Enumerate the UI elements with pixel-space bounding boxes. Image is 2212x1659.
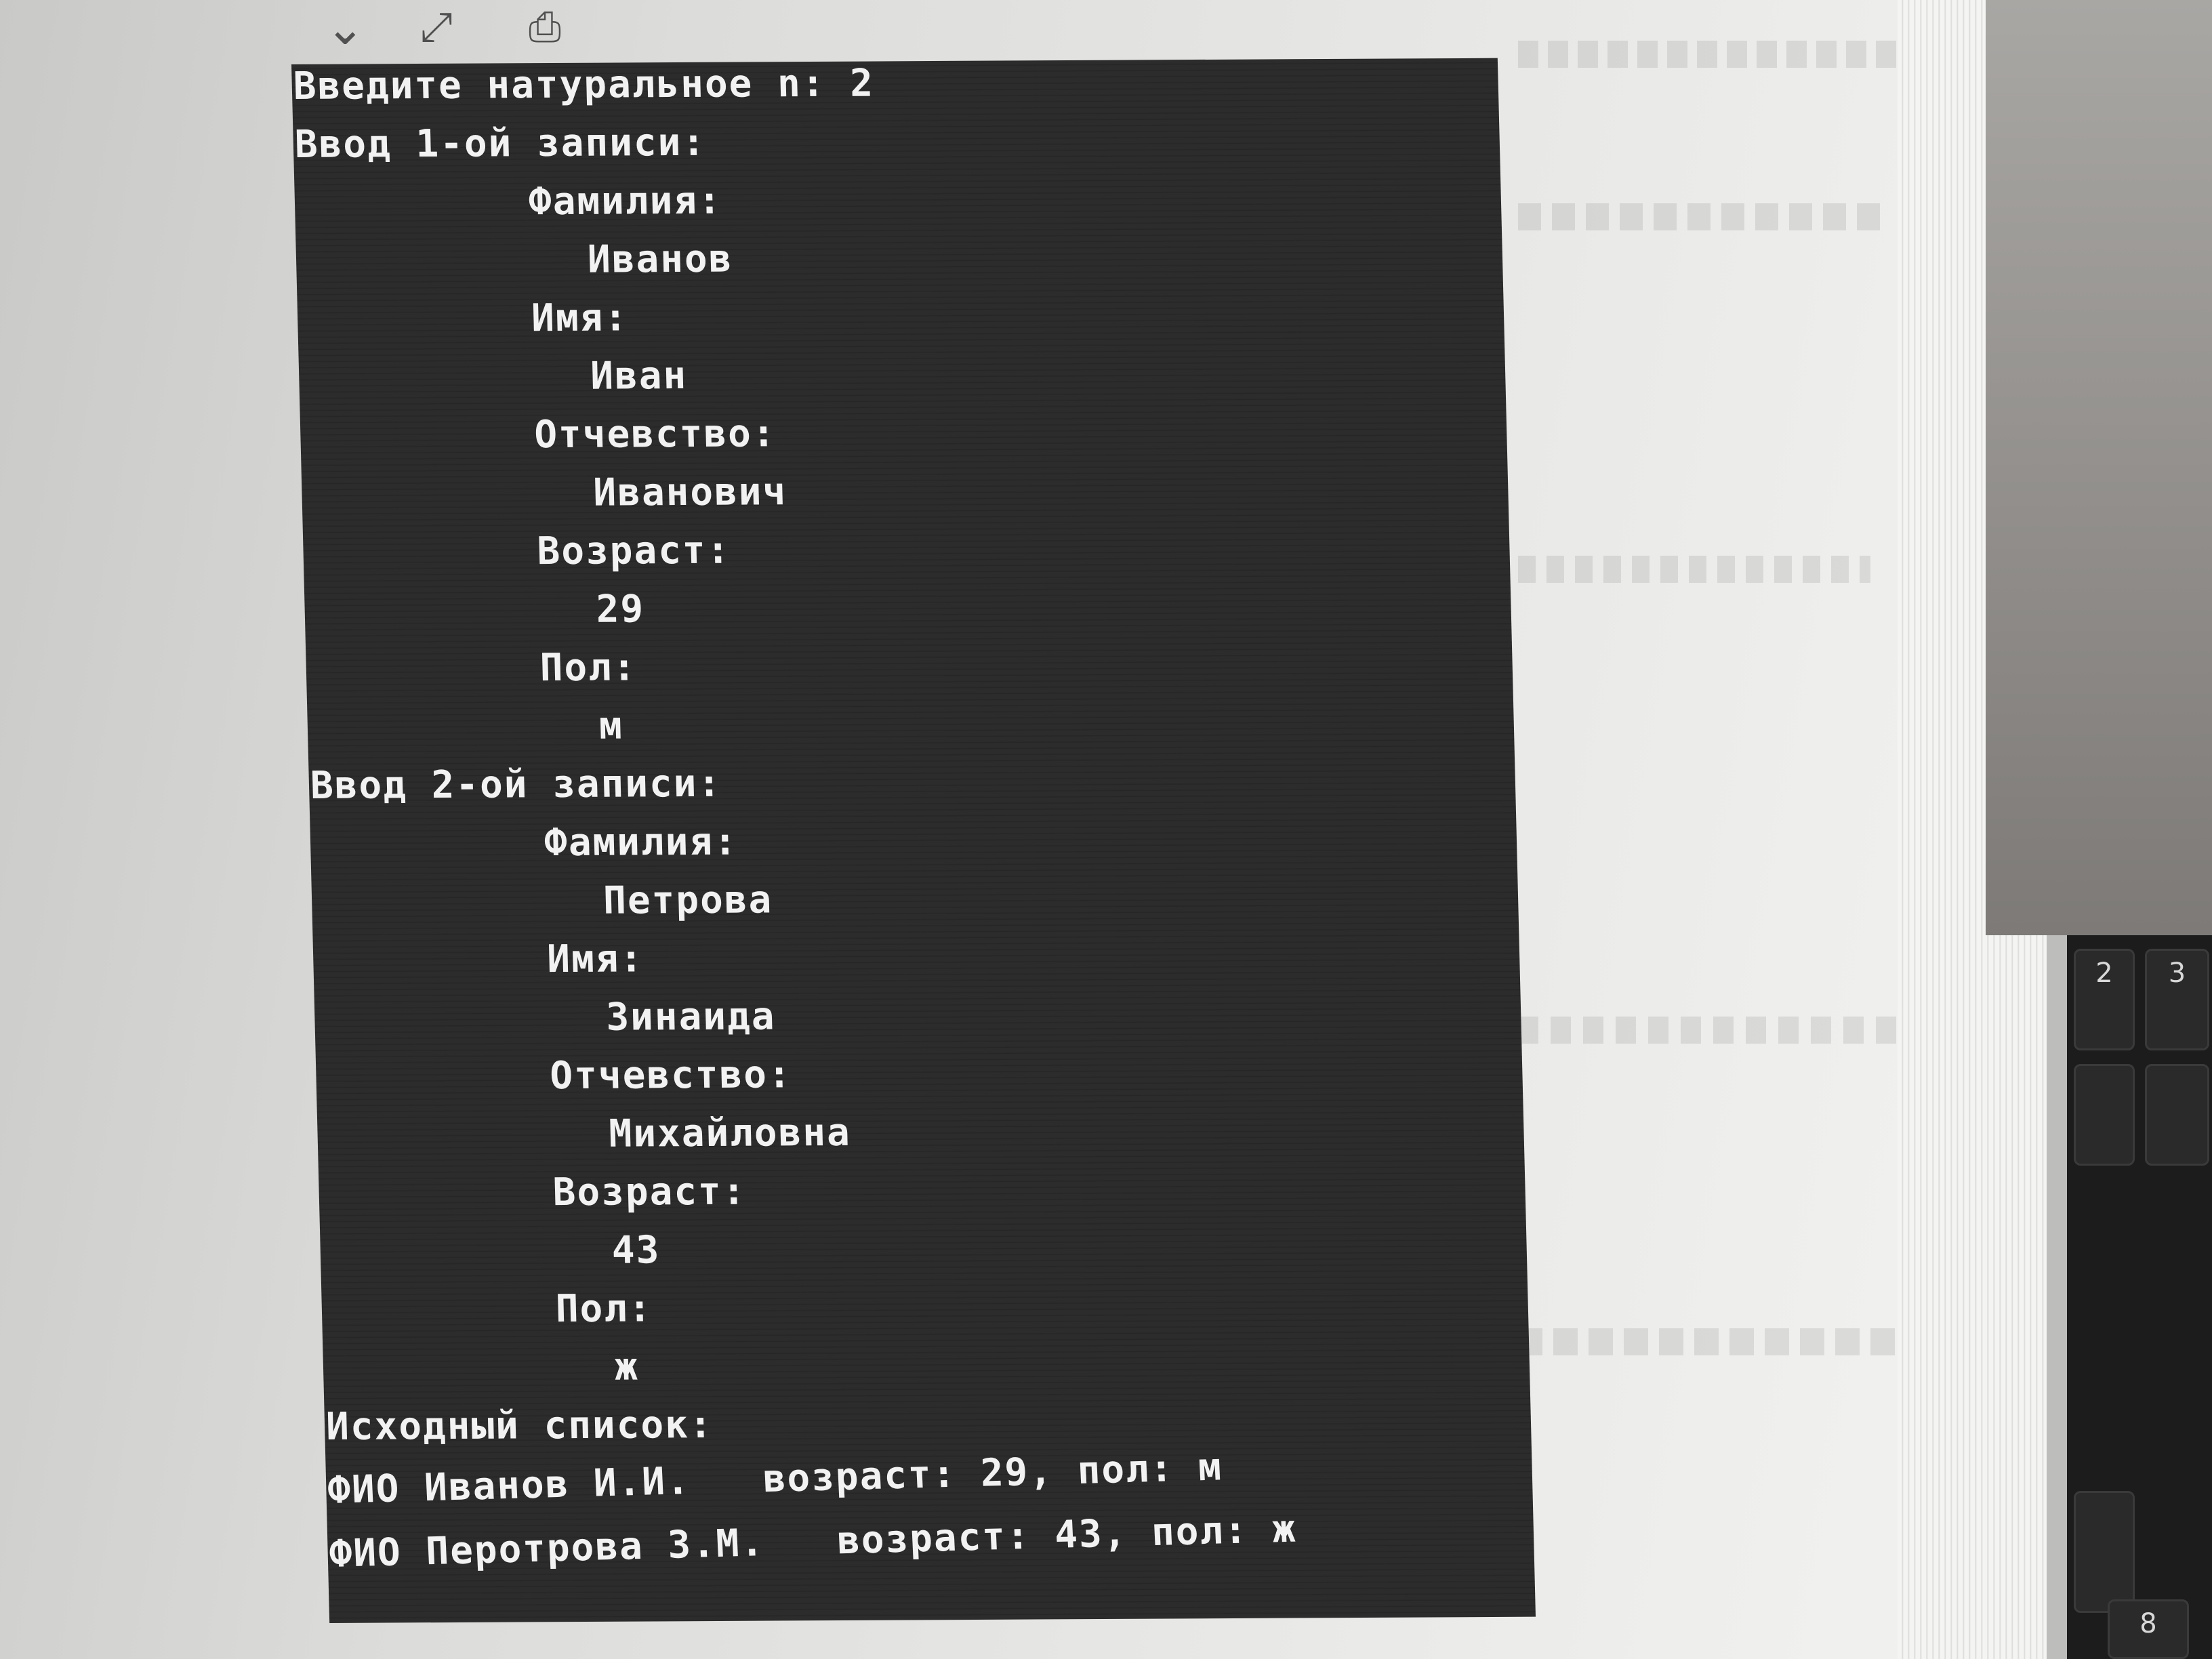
field-label: Отчевство: [549, 1052, 793, 1099]
field-value: 29 [595, 587, 645, 632]
field-label: Имя: [546, 937, 644, 982]
field-value: Петрова [602, 878, 773, 923]
field-label: Пол: [539, 645, 638, 691]
field-label: Возраст: [552, 1169, 747, 1215]
field-label: Возраст: [536, 528, 732, 574]
list-header: Исходный список: [325, 1402, 714, 1449]
keyboard-key: 3 [2145, 949, 2209, 1050]
field-value: Михайловна [608, 1110, 852, 1156]
field-value: ж [614, 1345, 640, 1389]
entry-header: Ввод 2-ой записи: [310, 761, 722, 808]
field-value: Зинаида [605, 994, 777, 1040]
field-value: 43 [611, 1228, 661, 1273]
keyboard: 2 3 8 [2067, 935, 2212, 1659]
prompt-line: Введите натуральное n: 2 [292, 61, 875, 108]
field-label: Отчевство: [533, 411, 777, 457]
field-label: Фамилия: [544, 819, 739, 865]
field-label: Пол: [555, 1286, 653, 1332]
keyboard-key: 8 [2108, 1599, 2189, 1659]
field-value: Иванович [592, 470, 787, 515]
field-label: Имя: [531, 295, 629, 341]
save-icon[interactable]: ⎙ [529, 3, 561, 51]
entry-header: Ввод 1-ой записи: [294, 120, 707, 167]
keyboard-key: 2 [2074, 949, 2135, 1050]
field-value: м [598, 703, 624, 748]
chevron-down-icon[interactable]: ⌄ [325, 0, 365, 56]
keyboard-key [2074, 1491, 2135, 1613]
field-value: Иванов [587, 237, 734, 282]
expand-arrows-icon[interactable]: ⤢ [420, 3, 453, 51]
scanline-texture [291, 58, 1536, 1623]
field-label: Фамилия: [528, 178, 723, 224]
keyboard-key [2145, 1064, 2209, 1166]
keyboard-key [2074, 1064, 2135, 1166]
field-value: Иван [590, 353, 688, 398]
background-desk [1986, 0, 2212, 935]
console-output: Введите натуральное n: 2 Ввод 1-ой запис… [291, 58, 1536, 1623]
